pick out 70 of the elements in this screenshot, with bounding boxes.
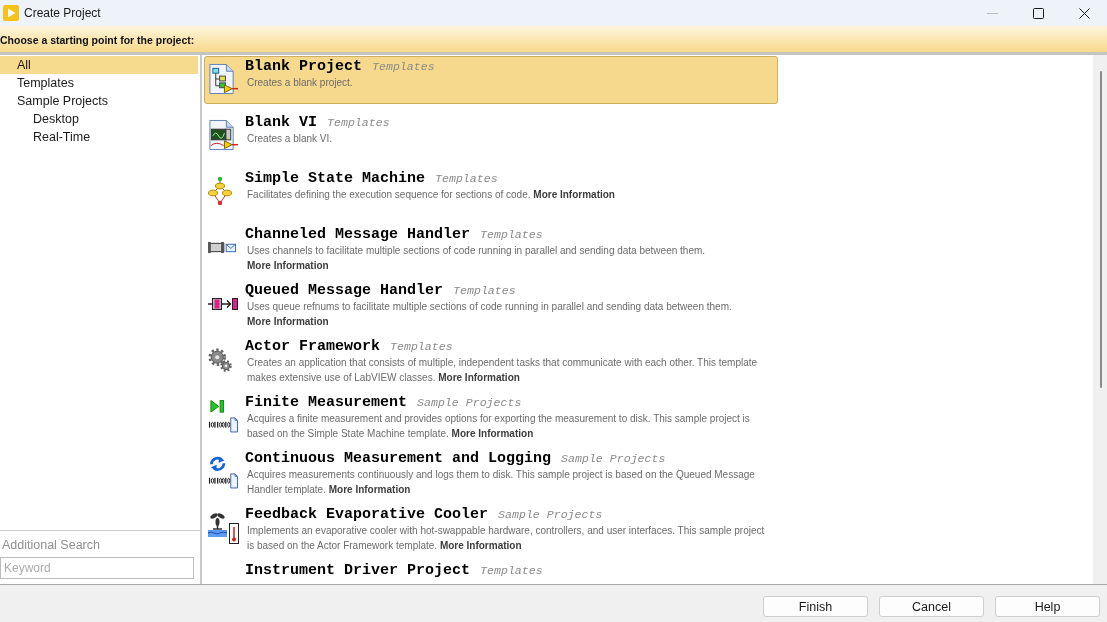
template-item[interactable]: Queued Message Handler Templates Uses queue refnums to facilitate multiple sections of code running in parallel and sending data between them. More Information [204, 280, 778, 328]
window-title: Create Project [24, 6, 101, 20]
minimize-icon [986, 12, 998, 14]
close-icon [1078, 7, 1090, 19]
sidebar-item[interactable]: Real-Time [0, 128, 198, 146]
sidebar-item[interactable]: All [0, 56, 198, 74]
flowchart-icon [208, 175, 232, 206]
keyword-input[interactable]: Keyword [0, 557, 194, 579]
template-item[interactable]: Channeled Message Handler Templates Uses channels to facilitate multiple sections of code running in parallel and sending data between them. More Information [204, 224, 778, 272]
dialog-button[interactable]: Cancel [879, 596, 984, 617]
more-information-link[interactable]: More Information [439, 540, 522, 551]
search-label: Additional Search [1, 537, 101, 553]
template-category: Templates [327, 115, 390, 131]
template-description: Creates an application that consists of multiple, independent tasks that communicate with each other. This template makes extensive use of LabVIEW classes. More Information [247, 356, 759, 385]
maximize-icon [1032, 7, 1044, 19]
gears-icon [208, 347, 232, 372]
more-information-link[interactable]: More Information [533, 189, 615, 200]
dialog-button[interactable]: Help [995, 596, 1100, 617]
prompt-text: Choose a starting point for the project: [0, 34, 195, 46]
template-item[interactable]: Instrument Driver Project Templates [204, 560, 778, 580]
sidebar-item[interactable]: Sample Projects [0, 92, 198, 110]
template-name: Queued Message Handler [245, 282, 444, 299]
template-name: Actor Framework [245, 338, 381, 355]
template-description: Facilitates defining the execution sequence for sections of code. More Information [247, 188, 616, 202]
template-category: Templates [372, 59, 435, 75]
dialog-button[interactable]: Finish [763, 596, 868, 617]
template-name: Finite Measurement [245, 394, 408, 411]
more-information-link[interactable]: More Information [328, 484, 411, 495]
fan-thermometer-icon [208, 511, 239, 544]
more-information-link[interactable]: More Information [451, 428, 534, 439]
sidebar-item[interactable]: Desktop [0, 110, 198, 128]
template-name: Blank Project [245, 58, 363, 75]
app-icon [3, 5, 19, 21]
template-description: Creates a blank project. [247, 76, 354, 90]
document-tree-icon [208, 62, 238, 95]
template-description: Creates a blank VI. [247, 132, 334, 146]
template-category: Sample Projects [498, 507, 603, 523]
template-description: Uses queue refnums to facilitate multiple sections of code running in parallel and sending data between them. More Information [247, 300, 733, 329]
document-monitor-icon [208, 118, 238, 151]
template-category: Templates [390, 339, 453, 355]
template-item[interactable]: Continuous Measurement and Logging Sample Projects Acquires measurements continuously and logs them to disk. This sample project is based on the Queued Message Handler template. More Information [204, 448, 778, 496]
template-name: Channeled Message Handler [245, 226, 471, 243]
template-description: Uses channels to facilitate multiple sections of code running in parallel and sending data between them. More Information [247, 244, 707, 273]
template-description: Acquires measurements continuously and logs them to disk. This sample project is based on the Queued Message Handler template. More Information [247, 468, 756, 497]
template-category: Templates [480, 227, 543, 243]
template-name: Simple State Machine [245, 170, 426, 187]
queue-arrow-icon [208, 295, 238, 312]
template-name: Continuous Measurement and Logging [245, 450, 552, 467]
refresh-binary-icon [208, 454, 238, 489]
pipe-envelope-icon [208, 241, 236, 254]
template-description: Acquires a finite measurement and provides options for exporting the measurement to disk. This sample project is based on the Simple State Machine template. More Information [247, 412, 751, 441]
template-item[interactable]: Simple State Machine Templates Facilitates defining the execution sequence for sections of code. More Information [204, 168, 778, 216]
more-information-link[interactable]: More Information [247, 316, 329, 327]
template-name: Blank VI [245, 114, 317, 131]
template-category: Templates [435, 171, 498, 187]
template-category: Templates [480, 563, 543, 579]
more-information-link[interactable]: More Information [438, 372, 520, 383]
template-item[interactable]: Actor Framework Templates Creates an application that consists of multiple, independent tasks that communicate with each other. This template makes extensive use of LabVIEW classes. More Information [204, 336, 778, 384]
template-category: Templates [453, 283, 516, 299]
template-item[interactable]: Blank VI Templates Creates a blank VI. [204, 112, 778, 160]
scrollbar-thumb[interactable] [1100, 71, 1102, 388]
template-category: Sample Projects [561, 451, 666, 467]
template-name: Instrument Driver Project [245, 562, 471, 579]
play-binary-icon [208, 398, 238, 433]
template-description: Implements an evaporative cooler with hot-swappable hardware, controllers, and user interfaces. This sample project is based on the Actor Framework template. More Information [247, 524, 766, 553]
template-item[interactable]: Blank Project Templates Creates a blank project. [204, 56, 778, 104]
sidebar-item[interactable]: Templates [0, 74, 198, 92]
template-category: Sample Projects [417, 395, 522, 411]
template-name: Feedback Evaporative Cooler [245, 506, 489, 523]
more-information-link[interactable]: More Information [247, 260, 329, 271]
